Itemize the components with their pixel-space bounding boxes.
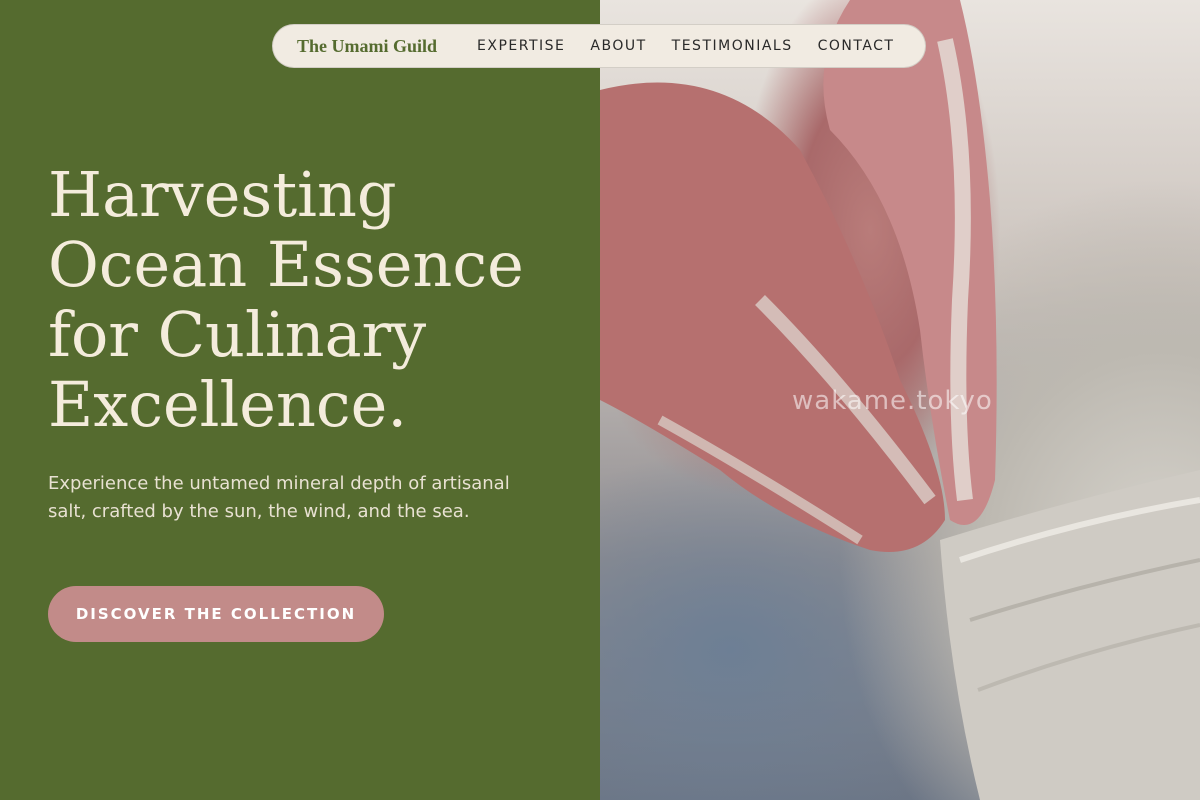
- nav-link-contact[interactable]: CONTACT: [818, 38, 895, 54]
- watermark-text: wakame.tokyo: [792, 386, 993, 416]
- nav-link-expertise[interactable]: EXPERTISE: [477, 38, 565, 54]
- hero-panel: Harvesting Ocean Essence for Culinary Ex…: [0, 0, 600, 800]
- hero-title: Harvesting Ocean Essence for Culinary Ex…: [48, 158, 524, 441]
- hero-subtitle: Experience the untamed mineral depth of …: [48, 473, 510, 522]
- discover-collection-button[interactable]: DISCOVER THE COLLECTION: [48, 586, 384, 642]
- nav-links: EXPERTISE ABOUT TESTIMONIALS CONTACT: [477, 38, 894, 54]
- brand-logo[interactable]: The Umami Guild: [297, 36, 437, 57]
- top-navbar: The Umami Guild EXPERTISE ABOUT TESTIMON…: [272, 24, 926, 68]
- nav-link-about[interactable]: ABOUT: [590, 38, 646, 54]
- nav-link-testimonials[interactable]: TESTIMONIALS: [672, 38, 793, 54]
- hero-image: wakame.tokyo: [600, 0, 1200, 800]
